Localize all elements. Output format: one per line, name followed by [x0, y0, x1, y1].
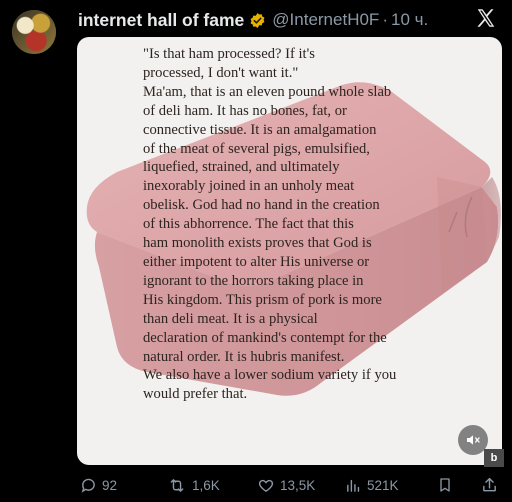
quote-line: His kingdom. This prism of pork is more	[143, 291, 382, 308]
quote-line: than deli meat. It is a physical	[143, 310, 318, 327]
like-icon	[258, 479, 274, 492]
quote-line: of this abhorrence. The fact that this	[143, 216, 354, 233]
verified-badge-icon	[250, 12, 265, 28]
bookmark-button[interactable]	[437, 472, 458, 498]
author-name[interactable]: internet hall of fame	[78, 10, 244, 31]
bookmark-icon	[440, 478, 450, 492]
corner-badge: b	[484, 449, 504, 467]
repost-icon	[170, 478, 184, 492]
views-icon	[347, 479, 360, 492]
quote-line: obelisk. God had no hand in the creation	[143, 197, 380, 214]
quote-line: processed, I don't want it."	[143, 64, 299, 81]
action-bar: 92 1,6K 13,5K 521K	[0, 472, 512, 498]
reply-icon	[81, 478, 95, 493]
quote-line: of the meat of several pigs, emulsified,	[143, 140, 370, 157]
quote-line: ham monolith exists proves that God is	[143, 235, 372, 252]
repost-count: 1,6K	[192, 477, 220, 493]
like-count: 13,5K	[280, 477, 316, 493]
quote-line: connective tissue. It is an amalgamation	[143, 121, 377, 138]
quote-line: Ma'am, that is an eleven pound whole sla…	[143, 83, 392, 100]
media-card[interactable]: "Is that ham processed? If it's processe…	[77, 37, 502, 465]
quote-line: natural order. It is hubris manifest.	[143, 348, 345, 365]
quote-line: liquefied, strained, and ultimately	[143, 159, 340, 176]
quote-line: inexorably joined in an unholy meat	[143, 178, 355, 195]
separator-dot: ·	[382, 10, 388, 29]
views-button[interactable]: 521K	[345, 472, 399, 498]
x-logo-icon[interactable]	[475, 7, 497, 29]
quote-line: ignorant to the horrors taking place in	[143, 272, 364, 289]
quote-line: of deli ham. It has no bones, fat, or	[143, 102, 347, 119]
quote-line: We also have a lower sodium variety if y…	[143, 367, 397, 384]
quote-line: "Is that ham processed? If it's	[143, 46, 315, 62]
avatar[interactable]	[12, 10, 56, 54]
repost-button[interactable]: 1,6K	[167, 472, 220, 498]
quote-line: would prefer that.	[143, 386, 248, 403]
quote-line: either impotent to alter His universe or	[143, 253, 370, 270]
reply-count: 92	[102, 477, 118, 493]
tweet-header: internet hall of fame @InternetH0F · 10 …	[78, 5, 428, 35]
avatar-image	[12, 10, 56, 54]
post-time[interactable]: 10 ч.	[391, 10, 428, 30]
views-count: 521K	[367, 477, 399, 493]
quote-text: "Is that ham processed? If it's processe…	[143, 45, 493, 404]
mute-icon	[467, 435, 480, 445]
like-button[interactable]: 13,5K	[257, 472, 315, 498]
reply-button[interactable]: 92	[80, 472, 117, 498]
share-button[interactable]	[481, 472, 503, 498]
author-handle[interactable]: @InternetH0F	[272, 10, 379, 30]
share-icon	[483, 477, 496, 492]
quote-line: declaration of mankind's contempt for th…	[143, 329, 387, 346]
